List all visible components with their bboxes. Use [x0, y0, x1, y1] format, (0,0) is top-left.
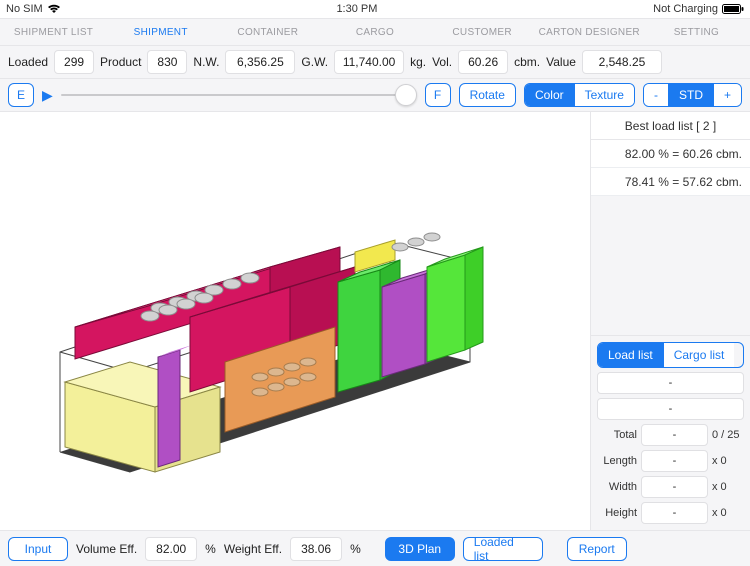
color-seg[interactable]: Color	[525, 84, 574, 106]
tab-cargo[interactable]: CARGO	[321, 19, 428, 45]
vol-value: 60.26	[458, 50, 508, 74]
cargo-list-seg[interactable]: Cargo list	[663, 343, 735, 367]
zoom-seg: - STD +	[643, 83, 742, 107]
bottom-bar: Input Volume Eff. 82.00 % Weight Eff. 38…	[0, 530, 750, 566]
wt-eff-pct: %	[350, 542, 361, 556]
vol-eff-pct: %	[205, 542, 216, 556]
total-label: Total	[597, 429, 637, 441]
product-label: Product	[100, 55, 141, 69]
length-value: -	[641, 450, 708, 472]
input-button[interactable]: Input	[8, 537, 68, 561]
total-unit: 0 / 25	[712, 429, 744, 441]
gw-label: G.W.	[301, 55, 328, 69]
best-item-1[interactable]: 82.00 % = 60.26 cbm.	[591, 140, 750, 168]
load-list-seg[interactable]: Load list	[598, 343, 663, 367]
report-button[interactable]: Report	[567, 537, 627, 561]
vol-label: Vol.	[432, 55, 452, 69]
list-row-1: -	[597, 372, 744, 394]
tab-setting[interactable]: SETTING	[643, 19, 750, 45]
tab-carton-designer[interactable]: CARTON DESIGNER	[536, 19, 643, 45]
zoom-std[interactable]: STD	[668, 84, 713, 106]
total-value: -	[641, 424, 708, 446]
product-value: 830	[147, 50, 187, 74]
cbm-label: cbm.	[514, 55, 540, 69]
wifi-icon	[47, 4, 61, 14]
best-item-2[interactable]: 78.41 % = 57.62 cbm.	[591, 168, 750, 196]
charging-status: Not Charging	[653, 3, 718, 15]
vol-eff-label: Volume Eff.	[76, 542, 137, 556]
width-value: -	[641, 476, 708, 498]
tab-shipment-list[interactable]: SHIPMENT LIST	[0, 19, 107, 45]
tool-row: E ▶ F Rotate Color Texture - STD +	[0, 79, 750, 112]
color-texture-seg: Color Texture	[524, 83, 635, 107]
3d-plan-button[interactable]: 3D Plan	[385, 537, 455, 561]
height-unit: x 0	[712, 507, 744, 519]
side-panel: Best load list [ 2 ] 82.00 % = 60.26 cbm…	[590, 112, 750, 530]
height-label: Height	[597, 507, 637, 519]
battery-icon	[722, 4, 744, 14]
canvas-3d[interactable]	[0, 112, 590, 530]
loaded-list-button[interactable]: Loaded list	[463, 537, 543, 561]
value-value: 2,548.25	[582, 50, 662, 74]
length-label: Length	[597, 455, 637, 467]
zoom-plus[interactable]: +	[713, 84, 741, 106]
zoom-minus[interactable]: -	[644, 84, 668, 106]
tab-shipment[interactable]: SHIPMENT	[107, 19, 214, 45]
stats-row: Loaded 299 Product 830 N.W. 6,356.25 G.W…	[0, 46, 750, 79]
tab-customer[interactable]: CUSTOMER	[429, 19, 536, 45]
loaded-label: Loaded	[8, 55, 48, 69]
wt-eff-value: 38.06	[290, 537, 342, 561]
nw-value: 6,356.25	[225, 50, 295, 74]
list-row-2: -	[597, 398, 744, 420]
vol-eff-value: 82.00	[145, 537, 197, 561]
side-bottom-panel: Load list Cargo list - - Total - 0 / 25 …	[591, 335, 750, 530]
container-svg	[0, 112, 590, 532]
status-bar: No SIM 1:30 PM Not Charging	[0, 0, 750, 18]
loaded-value: 299	[54, 50, 94, 74]
tab-container[interactable]: CONTAINER	[214, 19, 321, 45]
length-unit: x 0	[712, 455, 744, 467]
nw-label: N.W.	[193, 55, 219, 69]
value-label: Value	[546, 55, 576, 69]
e-button[interactable]: E	[8, 83, 34, 107]
clock: 1:30 PM	[336, 3, 377, 15]
main-area: Best load list [ 2 ] 82.00 % = 60.26 cbm…	[0, 112, 750, 530]
best-load-header: Best load list [ 2 ]	[591, 112, 750, 140]
f-button[interactable]: F	[425, 83, 451, 107]
play-icon[interactable]: ▶	[42, 87, 53, 104]
texture-seg[interactable]: Texture	[574, 84, 634, 106]
timeline-slider[interactable]	[61, 85, 417, 105]
height-value: -	[641, 502, 708, 524]
width-unit: x 0	[712, 481, 744, 493]
rotate-button[interactable]: Rotate	[459, 83, 516, 107]
tab-bar: SHIPMENT LIST SHIPMENT CONTAINER CARGO C…	[0, 18, 750, 46]
gw-value: 11,740.00	[334, 50, 404, 74]
kg-label: kg.	[410, 55, 426, 69]
width-label: Width	[597, 481, 637, 493]
sim-status: No SIM	[6, 3, 43, 15]
wt-eff-label: Weight Eff.	[224, 542, 282, 556]
list-seg: Load list Cargo list	[597, 342, 744, 368]
